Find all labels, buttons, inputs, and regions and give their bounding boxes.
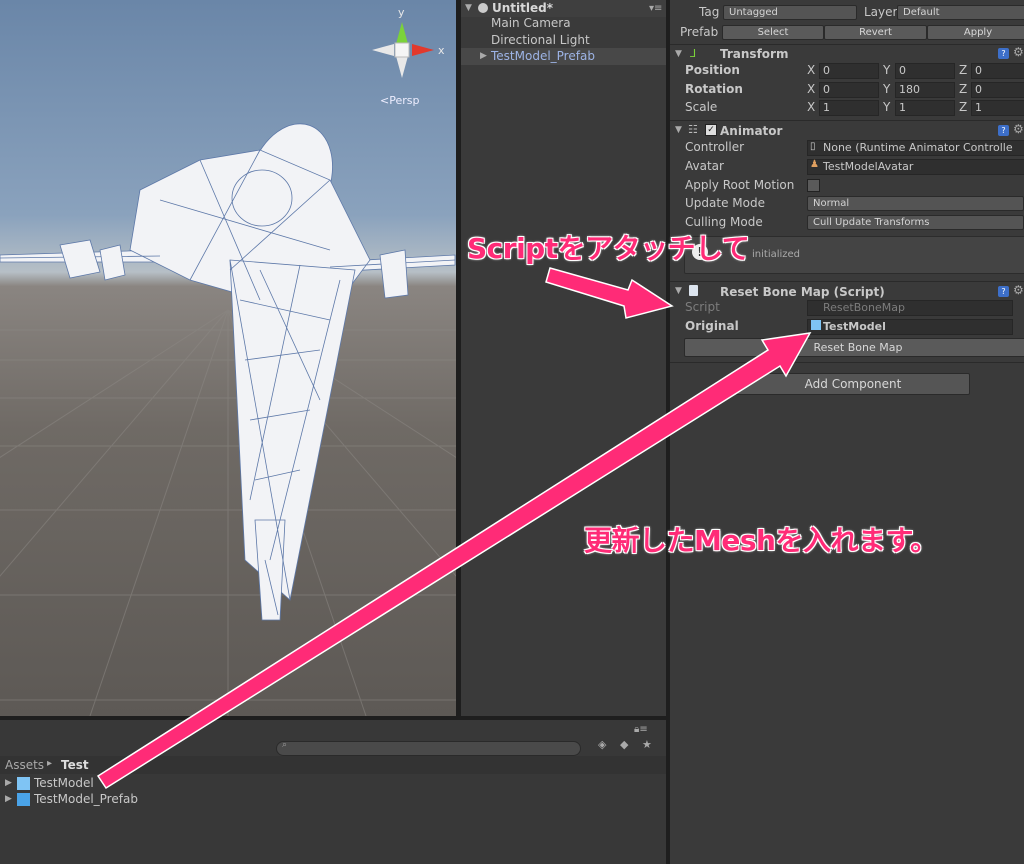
annotation-attach-script: Scriptをアタッチして <box>467 232 750 265</box>
annotation-put-mesh: 更新したMeshを入れます。 <box>584 524 938 557</box>
arrow-to-script-header <box>545 267 674 319</box>
annotation-arrows <box>96 267 812 790</box>
arrow-from-model-to-original <box>96 332 812 790</box>
